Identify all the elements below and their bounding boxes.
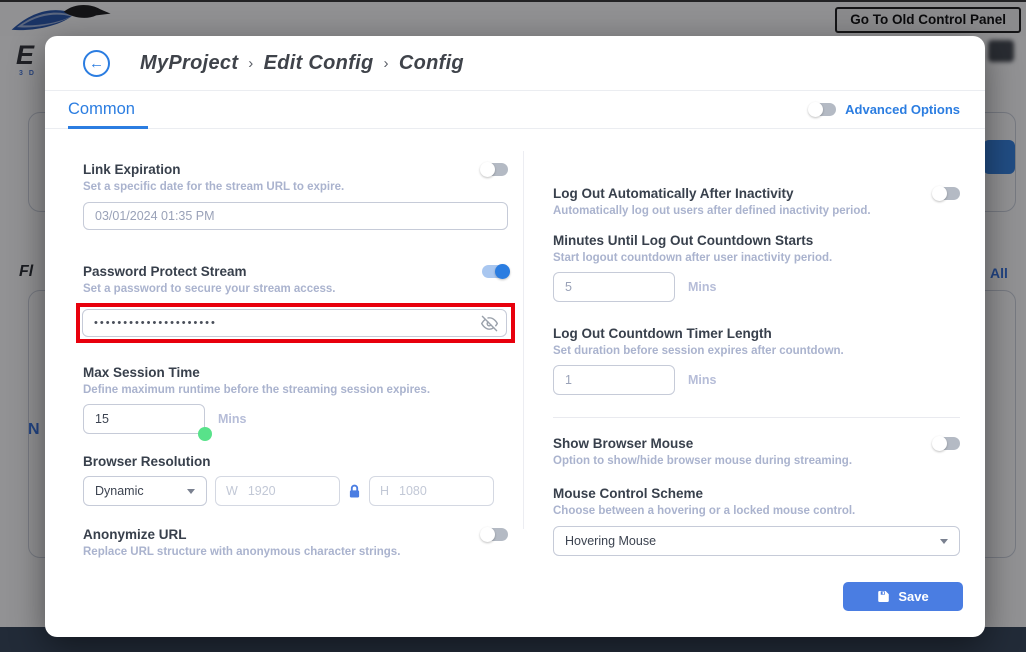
logout-inactivity-hint: Automatically log out users after define… (553, 204, 960, 219)
save-icon (877, 590, 890, 603)
breadcrumb-separator: › (248, 55, 253, 72)
breadcrumb-config: Config (399, 52, 464, 75)
tab-bar: Common Advanced Options (45, 91, 985, 129)
link-expiration-label: Link Expiration (83, 161, 181, 178)
password-protect-toggle[interactable] (482, 265, 508, 278)
field-mouse-control-scheme: Mouse Control Scheme Choose between a ho… (553, 485, 960, 556)
mouse-control-scheme-label: Mouse Control Scheme (553, 485, 960, 502)
chevron-down-icon (940, 539, 948, 544)
minutes-until-logout-hint: Start logout countdown after user inacti… (553, 251, 960, 266)
field-anonymize-url: Anonymize URL Replace URL structure with… (83, 526, 508, 560)
eye-slash-icon[interactable] (481, 315, 498, 332)
max-session-time-input[interactable] (83, 404, 205, 434)
countdown-timer-length-hint: Set duration before session expires afte… (553, 344, 960, 359)
chevron-down-icon (187, 489, 195, 494)
resolution-mode-value: Dynamic (95, 484, 144, 498)
column-divider (523, 151, 524, 529)
tab-common-label: Common (68, 100, 135, 119)
max-session-time-hint: Define maximum runtime before the stream… (83, 383, 508, 398)
save-button-label: Save (898, 589, 928, 604)
advanced-options-label: Advanced Options (845, 102, 960, 117)
max-session-time-unit: Mins (218, 412, 246, 426)
right-column-divider (553, 417, 960, 418)
link-expiration-date-input[interactable] (83, 202, 508, 230)
modal-header: ← MyProject › Edit Config › Config (45, 36, 985, 91)
advanced-options-control: Advanced Options (810, 102, 960, 117)
breadcrumb-project[interactable]: MyProject (140, 52, 238, 75)
right-column: Log Out Automatically After Inactivity A… (553, 129, 960, 556)
anonymize-url-label: Anonymize URL (83, 526, 187, 543)
field-logout-inactivity: Log Out Automatically After Inactivity A… (553, 185, 960, 219)
anonymize-url-toggle[interactable] (482, 528, 508, 541)
height-prefix: H (380, 484, 389, 498)
field-countdown-timer-length: Log Out Countdown Timer Length Set durat… (553, 325, 960, 395)
breadcrumb-edit-config[interactable]: Edit Config (264, 52, 374, 75)
minutes-until-logout-unit: Mins (688, 280, 716, 294)
countdown-timer-length-input[interactable] (553, 365, 675, 395)
link-expiration-hint: Set a specific date for the stream URL t… (83, 180, 508, 195)
field-browser-resolution: Browser Resolution Dynamic W 1920 (83, 453, 508, 506)
show-browser-mouse-toggle[interactable] (934, 437, 960, 450)
countdown-timer-length-label: Log Out Countdown Timer Length (553, 325, 960, 342)
advanced-options-toggle[interactable] (810, 103, 836, 116)
save-button[interactable]: Save (843, 582, 963, 611)
resolution-mode-select[interactable]: Dynamic (83, 476, 207, 506)
tab-common[interactable]: Common (68, 91, 135, 128)
lock-icon[interactable] (348, 484, 361, 499)
show-browser-mouse-hint: Option to show/hide browser mouse during… (553, 454, 960, 469)
field-link-expiration: Link Expiration Set a specific date for … (83, 161, 508, 230)
resolution-height-input[interactable]: H 1080 (369, 476, 494, 506)
breadcrumb: MyProject › Edit Config › Config (140, 52, 464, 75)
annotation-highlight-box (76, 303, 515, 343)
link-expiration-toggle[interactable] (482, 163, 508, 176)
mouse-control-scheme-value: Hovering Mouse (565, 534, 656, 548)
modal-content: Link Expiration Set a specific date for … (45, 129, 985, 637)
edit-config-modal: ← MyProject › Edit Config › Config Commo… (45, 36, 985, 637)
minutes-until-logout-label: Minutes Until Log Out Countdown Starts (553, 232, 960, 249)
anonymize-url-hint: Replace URL structure with anonymous cha… (83, 545, 508, 560)
logout-inactivity-label: Log Out Automatically After Inactivity (553, 185, 794, 202)
mouse-control-scheme-hint: Choose between a hovering or a locked mo… (553, 504, 960, 519)
back-arrow-icon: ← (89, 55, 104, 72)
password-protect-label: Password Protect Stream (83, 263, 247, 280)
max-session-time-label: Max Session Time (83, 364, 508, 381)
width-value: 1920 (248, 484, 276, 498)
logout-inactivity-toggle[interactable] (934, 187, 960, 200)
countdown-timer-length-unit: Mins (688, 373, 716, 387)
field-password-protect: Password Protect Stream Set a password t… (83, 263, 508, 343)
password-input[interactable] (82, 309, 507, 337)
field-max-session-time: Max Session Time Define maximum runtime … (83, 364, 508, 434)
breadcrumb-separator: › (384, 55, 389, 72)
field-show-browser-mouse: Show Browser Mouse Option to show/hide b… (553, 435, 960, 469)
resolution-width-input[interactable]: W 1920 (215, 476, 340, 506)
mouse-control-scheme-select[interactable]: Hovering Mouse (553, 526, 960, 556)
green-status-dot (198, 427, 212, 441)
show-browser-mouse-label: Show Browser Mouse (553, 435, 693, 452)
minutes-until-logout-input[interactable] (553, 272, 675, 302)
password-protect-hint: Set a password to secure your stream acc… (83, 282, 508, 297)
field-minutes-until-logout: Minutes Until Log Out Countdown Starts S… (553, 232, 960, 302)
page: Go To Old Control Panel E 3 D Fl All N ←… (0, 0, 1026, 652)
browser-resolution-label: Browser Resolution (83, 453, 508, 470)
height-value: 1080 (399, 484, 427, 498)
width-prefix: W (226, 484, 238, 498)
left-column: Link Expiration Set a specific date for … (83, 129, 508, 560)
back-button[interactable]: ← (83, 50, 110, 77)
